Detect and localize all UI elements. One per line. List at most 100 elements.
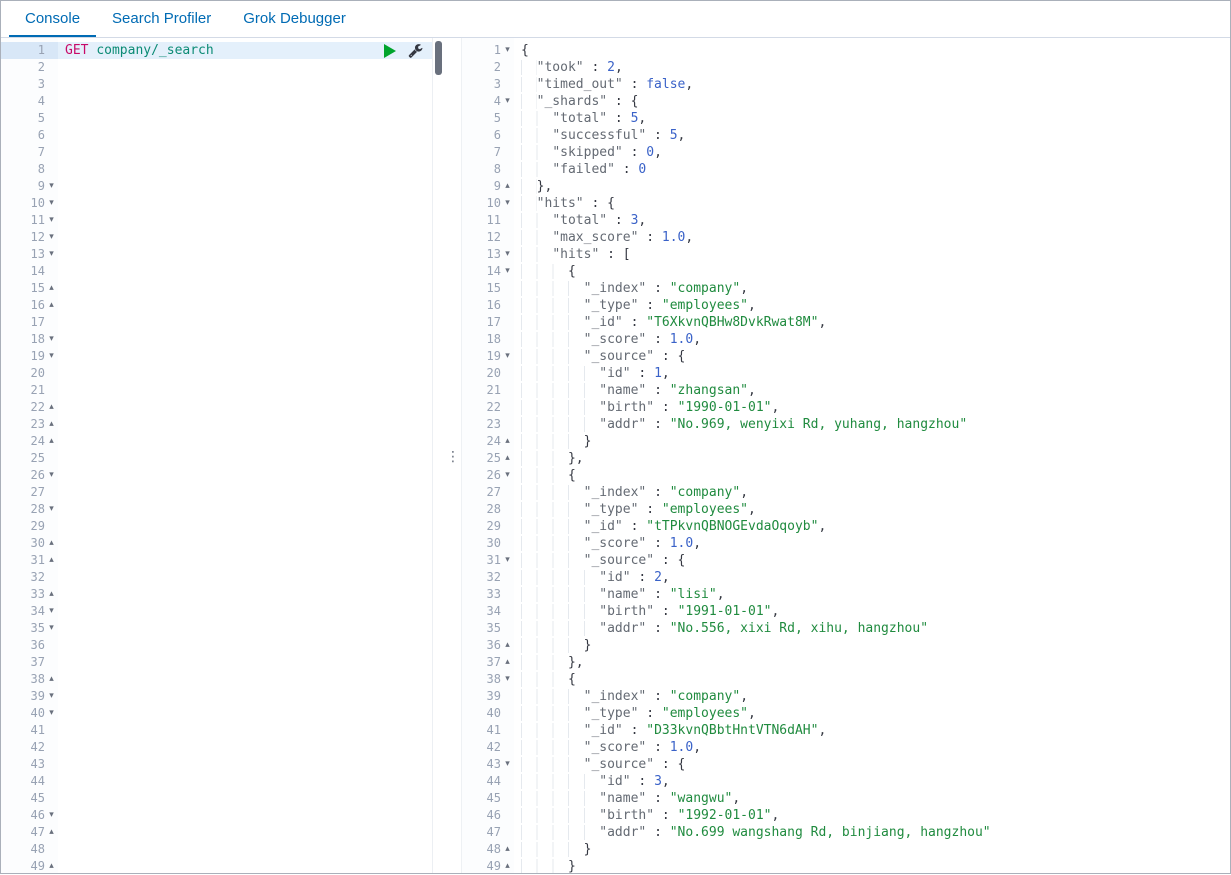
line-number: 5 [493,111,501,125]
json-punctuation: , [685,77,694,92]
fold-toggle-icon[interactable]: ▾ [45,501,58,518]
request-editor[interactable]: GET company/_search [58,38,432,873]
code-line: }, [521,178,1230,195]
fold-toggle-icon[interactable]: ▾ [501,756,514,773]
json-punctuation: : [622,145,647,160]
line-number: 37 [30,655,45,669]
fold-toggle-icon[interactable]: ▾ [501,467,514,484]
json-punctuation: { [567,468,576,483]
fold-toggle-icon[interactable]: ▴ [45,297,58,314]
fold-toggle-icon[interactable]: ▴ [45,858,58,875]
json-string: "company" [669,689,741,704]
gutter-line: 16 ▴ [1,297,58,314]
json-punctuation: : [646,740,670,755]
fold-toggle-icon[interactable]: ▴ [45,535,58,552]
line-number: 32 [30,570,45,584]
gutter-line: 28 ▾ [1,501,58,518]
response-viewer[interactable]: { "took" : 2, "timed_out" : false, "_sha… [514,38,1230,873]
fold-toggle-icon[interactable]: ▾ [501,246,514,263]
fold-toggle-icon[interactable]: ▾ [45,807,58,824]
indent-guides [521,553,584,568]
fold-toggle-icon[interactable]: ▾ [45,246,58,263]
tab-search-profiler[interactable]: Search Profiler [96,1,227,37]
tab-console[interactable]: Console [9,1,97,37]
line-number: 44 [30,774,45,788]
indent-guides [521,281,584,296]
settings-wrench-button[interactable] [408,43,423,58]
indent-guides [521,825,600,840]
gutter-line: 24 ▴ [1,433,58,450]
fold-toggle-icon[interactable]: ▾ [501,195,514,212]
fold-toggle-icon[interactable]: ▾ [45,705,58,722]
json-key: "id" [599,774,631,789]
fold-toggle-icon[interactable]: ▾ [501,93,514,110]
request-gutter: 1 2 3 4 5 6 7 8 9 ▾ 10 ▾ 11 ▾ 12 ▾ 13 ▾ 14 15 ▴ 16 ▴ 17 18 ▾ 19 ▾ 20… [1,38,58,873]
left-editor-scrollbar[interactable] [432,38,443,873]
fold-toggle-icon[interactable]: ▴ [45,280,58,297]
code-line: "_type" : "employees", [521,297,1230,314]
scrollbar-thumb[interactable] [435,41,442,75]
code-line: } [521,637,1230,654]
fold-toggle-icon[interactable]: ▾ [501,42,514,59]
fold-toggle-icon[interactable]: ▴ [45,586,58,603]
gutter-line: 21 [462,382,514,399]
json-key: "max_score" [552,230,639,245]
fold-toggle-icon[interactable]: ▴ [45,552,58,569]
gutter-line: 43 ▾ [462,756,514,773]
fold-toggle-icon[interactable]: ▾ [501,263,514,280]
fold-toggle-icon[interactable]: ▾ [45,195,58,212]
fold-toggle-icon[interactable]: ▴ [45,399,58,416]
fold-toggle-icon[interactable]: ▴ [45,416,58,433]
indent-guides [521,366,600,381]
json-punctuation: } [583,842,592,857]
json-punctuation: : [646,128,670,143]
json-punctuation: , [685,230,694,245]
send-request-button[interactable] [384,43,396,58]
gutter-line: 13 ▾ [462,246,514,263]
fold-toggle-icon[interactable]: ▴ [45,824,58,841]
fold-toggle-icon[interactable]: ▴ [45,433,58,450]
fold-toggle-icon[interactable]: ▾ [45,178,58,195]
fold-toggle-icon[interactable]: ▴ [501,637,514,654]
fold-toggle-icon[interactable]: ▴ [501,450,514,467]
gutter-line: 23 ▴ [1,416,58,433]
line-number: 45 [30,791,45,805]
fold-toggle-icon[interactable]: ▾ [45,603,58,620]
fold-toggle-icon[interactable]: ▴ [501,178,514,195]
fold-toggle-icon[interactable]: ▾ [45,688,58,705]
fold-toggle-icon[interactable]: ▾ [45,229,58,246]
tab-grok-debugger[interactable]: Grok Debugger [227,1,362,37]
pane-resizer[interactable]: ⋮ [443,38,461,873]
gutter-line: 46 [462,807,514,824]
indent-guides [521,791,600,806]
gutter-line: 47 ▴ [1,824,58,841]
fold-toggle-icon[interactable]: ▾ [45,620,58,637]
fold-toggle-icon[interactable]: ▴ [501,654,514,671]
json-string: "No.699 wangshang Rd, binjiang, hangzhou… [669,825,991,840]
fold-toggle-icon[interactable]: ▾ [501,552,514,569]
fold-toggle-icon[interactable]: ▾ [45,348,58,365]
wrench-icon [408,44,423,58]
fold-toggle-icon[interactable]: ▾ [45,212,58,229]
gutter-line: 3 [462,76,514,93]
json-punctuation: : [630,774,655,789]
fold-toggle-icon[interactable]: ▴ [501,858,514,875]
json-punctuation: , [748,298,756,313]
json-punctuation: , [748,706,756,721]
json-punctuation: , [818,723,827,738]
fold-toggle-icon[interactable]: ▴ [501,433,514,450]
fold-toggle-icon[interactable]: ▾ [45,331,58,348]
fold-toggle-icon[interactable]: ▴ [45,671,58,688]
fold-toggle-icon[interactable]: ▾ [501,671,514,688]
fold-toggle-icon[interactable]: ▴ [501,841,514,858]
fold-toggle-icon[interactable]: ▾ [501,348,514,365]
fold-toggle-icon[interactable]: ▾ [45,467,58,484]
